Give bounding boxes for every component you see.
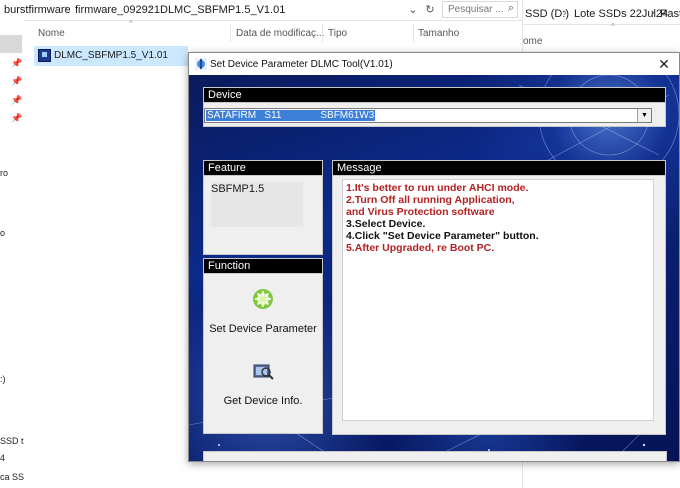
dialog-title: Set Device Parameter DLMC Tool(V1.01): [210, 59, 393, 70]
column-header-size[interactable]: Tamanho: [418, 28, 459, 39]
message-panel: 1.It's better to run under AHCI mode. 2.T…: [332, 175, 666, 435]
column-header-date[interactable]: Data de modificaç...: [236, 28, 324, 39]
set-device-parameter-label: Set Device Parameter: [209, 323, 317, 335]
column-header-name[interactable]: Nome: [38, 28, 65, 39]
gear-spark-icon: [253, 289, 273, 309]
message-textbox[interactable]: 1.It's better to run under AHCI mode. 2.T…: [342, 179, 654, 421]
feature-header: Feature: [203, 160, 323, 175]
chevron-right-icon: ›: [651, 7, 655, 19]
breadcrumb-burstfirmware[interactable]: burstfirmware: [4, 4, 71, 16]
search-input[interactable]: Pesquisar ... ⌕: [442, 1, 518, 18]
chevron-right-icon: ›: [149, 3, 153, 15]
breadcrumb-current-folder[interactable]: DLMC_SBFMP1.5_V1.01: [160, 4, 285, 16]
device-header: Device: [203, 87, 666, 102]
executable-icon: [38, 49, 51, 62]
nav-item-text[interactable]: 4: [0, 453, 5, 463]
nav-item-text[interactable]: ro: [0, 168, 8, 178]
sort-up-icon: ^: [129, 19, 133, 28]
nav-selected-item[interactable]: [0, 35, 22, 53]
message-header: Message: [332, 160, 666, 175]
message-line: 4.Click "Set Device Parameter" button.: [346, 230, 539, 242]
pin-icon: 📌: [11, 95, 23, 105]
chevron-right-icon: ›: [64, 3, 68, 15]
message-line: and Virus Protection software: [346, 206, 495, 218]
function-panel: Set Device Parameter Get Device Info.: [203, 273, 323, 434]
feature-value: SBFMP1.5: [211, 182, 303, 227]
address-bar[interactable]: SSD (D:) › Lote SSDs 22Jul24 › Pasta: [523, 0, 680, 25]
status-bar: [203, 451, 667, 461]
pin-icon: 📌: [11, 113, 23, 123]
dropdown-arrow-icon[interactable]: ▼: [637, 109, 651, 122]
column-header-name[interactable]: ome: [523, 36, 542, 47]
message-line: 5.After Upgraded, re Boot PC.: [346, 242, 495, 254]
nav-item-text[interactable]: ca SS: [0, 472, 24, 482]
chevron-right-icon: ›: [563, 7, 567, 19]
device-magnify-icon: [253, 364, 274, 380]
set-device-parameter-button[interactable]: Set Device Parameter: [204, 284, 322, 350]
column-divider[interactable]: [230, 24, 231, 42]
function-header: Function: [203, 258, 323, 273]
get-device-info-label: Get Device Info.: [223, 395, 303, 407]
breadcrumb-firmware-folder[interactable]: firmware_092921: [75, 4, 160, 16]
navigation-pane: 📌 📌 📌 📌 ro o :) SSD t 4 ca SS: [0, 20, 24, 488]
app-icon: [195, 58, 207, 70]
message-line: 2.Turn Off all running Application,: [346, 194, 515, 206]
sort-up-icon: ^: [611, 22, 615, 31]
device-select[interactable]: SATAFIRM S11 SBFM61W3 ▼: [204, 108, 652, 123]
close-icon[interactable]: ✕: [655, 55, 673, 73]
title-bar[interactable]: Set Device Parameter DLMC Tool(V1.01) ✕: [189, 53, 679, 75]
nav-item-text[interactable]: o: [0, 228, 5, 238]
dialog-client-area: Device SATAFIRM S11 SBFM61W3 ▼ Feature S…: [189, 75, 679, 461]
search-placeholder: Pesquisar ...: [448, 4, 504, 15]
dlmc-tool-dialog: Set Device Parameter DLMC Tool(V1.01) ✕: [188, 52, 680, 462]
file-name: DLMC_SBFMP1.5_V1.01: [54, 50, 168, 61]
breadcrumb-pasta[interactable]: Pasta: [660, 8, 680, 20]
column-divider[interactable]: [413, 24, 414, 42]
address-bar[interactable]: burstfirmware › firmware_092921 › DLMC_S…: [0, 0, 522, 21]
chevron-down-icon[interactable]: ⌄: [405, 2, 421, 18]
feature-panel: SBFMP1.5: [203, 175, 323, 255]
file-row[interactable]: DLMC_SBFMP1.5_V1.01: [34, 46, 188, 66]
nav-item-text[interactable]: SSD t: [0, 436, 24, 446]
pin-icon: 📌: [11, 76, 23, 86]
message-line: 3.Select Device.: [346, 218, 426, 230]
message-line: 1.It's better to run under AHCI mode.: [346, 182, 529, 194]
search-icon: ⌕: [507, 2, 514, 14]
nav-item-text[interactable]: :): [0, 374, 6, 384]
column-divider[interactable]: [322, 24, 323, 42]
column-header-type[interactable]: Tipo: [328, 28, 347, 39]
get-device-info-button[interactable]: Get Device Info.: [204, 356, 322, 422]
device-selected-value: SATAFIRM S11 SBFM61W3: [206, 110, 376, 121]
pin-icon: 📌: [11, 58, 23, 68]
refresh-icon[interactable]: ↻: [422, 2, 438, 18]
